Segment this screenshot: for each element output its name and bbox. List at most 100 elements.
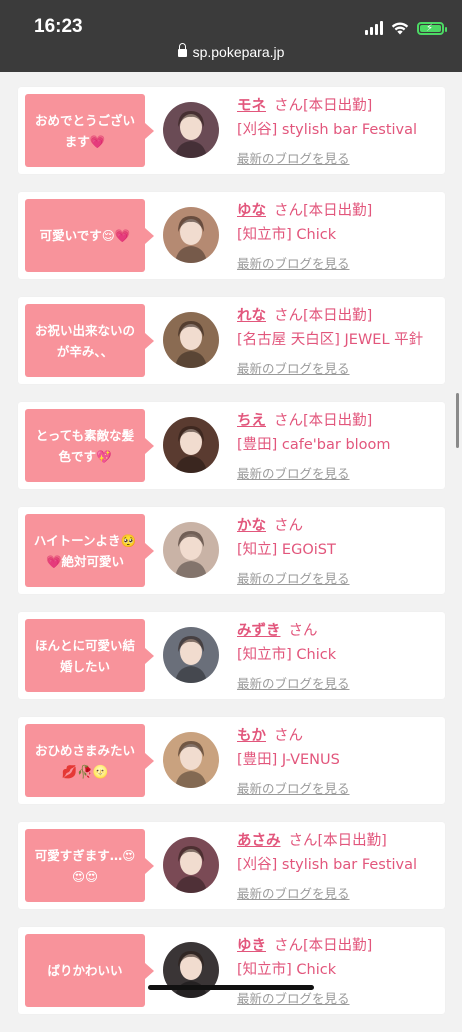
girl-info: れな さん[本日出勤] [名古屋 天白区] JEWEL 平針 最新のブログを見る bbox=[237, 304, 441, 377]
name-line: ゆな さん[本日出勤] bbox=[237, 199, 441, 223]
latest-blog-link[interactable]: 最新のブログを見る bbox=[237, 253, 441, 272]
girl-name-link[interactable]: モネ bbox=[237, 98, 266, 114]
attendance-status: さん[本日出勤] bbox=[274, 203, 373, 219]
message-bubble: ほんとに可愛い結婚したい bbox=[25, 619, 154, 692]
attendance-status: さん[本日出勤] bbox=[274, 413, 373, 429]
status-icons: ⚡ bbox=[365, 18, 447, 38]
status-time: 16:23 bbox=[34, 16, 83, 37]
avatar-image bbox=[163, 732, 219, 788]
attendance-status: さん[本日出勤] bbox=[274, 938, 373, 954]
message-bubble: おひめさまみたい💋🥀🌝 bbox=[25, 724, 154, 797]
message-bubble: 可愛いです😌💗 bbox=[25, 199, 154, 272]
list-item: 可愛すぎます…😍😍😍 あさみ さん[本日出勤] [刈谷] stylish bar Fe… bbox=[18, 822, 445, 909]
battery-charging-icon: ⚡ bbox=[417, 21, 447, 35]
girl-info: もか さん [豊田] J-VENUS 最新のブログを見る bbox=[237, 724, 441, 797]
lock-icon bbox=[177, 43, 187, 57]
shop-link[interactable]: [豊田] J-VENUS bbox=[237, 748, 441, 774]
message-bubble: おめでとうございます💗 bbox=[25, 94, 154, 167]
name-line: あさみ さん[本日出勤] bbox=[237, 829, 441, 853]
message-bubble: とっても素敵な髪色です💖 bbox=[25, 409, 154, 482]
status-bar: 16:23 ⚡ sp.pokepara.jp bbox=[0, 0, 462, 72]
girl-info: かな さん [知立] EGOiST 最新のブログを見る bbox=[237, 514, 441, 587]
latest-blog-link[interactable]: 最新のブログを見る bbox=[237, 673, 441, 692]
latest-blog-link[interactable]: 最新のブログを見る bbox=[237, 568, 441, 587]
list-item: おめでとうございます💗 モネ さん[本日出勤] [刈谷] stylish bar Fe… bbox=[18, 87, 445, 174]
shop-link[interactable]: [名古屋 天白区] JEWEL 平針 bbox=[237, 328, 441, 354]
wifi-icon bbox=[391, 22, 409, 35]
list-item: ばりかわいい ゆき さん[本日出勤] [知立市] Chick 最新のブログを見る bbox=[18, 927, 445, 1014]
girl-info: ちえ さん[本日出勤] [豊田] cafe'bar bloom 最新のブログを見る bbox=[237, 409, 441, 482]
avatar-image bbox=[163, 312, 219, 368]
avatar[interactable] bbox=[163, 102, 219, 158]
girl-info: モネ さん[本日出勤] [刈谷] stylish bar Festival 最新のブロ… bbox=[237, 94, 441, 167]
girl-name-link[interactable]: みずき bbox=[237, 623, 281, 639]
latest-blog-link[interactable]: 最新のブログを見る bbox=[237, 463, 441, 482]
list-item: 可愛いです😌💗 ゆな さん[本日出勤] [知立市] Chick 最新のブログを見る bbox=[18, 192, 445, 279]
shop-link[interactable]: [豊田] cafe'bar bloom bbox=[237, 433, 441, 459]
shop-link[interactable]: [知立市] Chick bbox=[237, 643, 441, 669]
girl-name-link[interactable]: ゆな bbox=[237, 203, 266, 219]
girl-name-link[interactable]: ちえ bbox=[237, 413, 266, 429]
latest-blog-link[interactable]: 最新のブログを見る bbox=[237, 148, 441, 167]
girl-name-link[interactable]: れな bbox=[237, 308, 266, 324]
list-item: ハイトーンよき🥺💗絶対可愛い かな さん [知立] EGOiST 最新のブログを見る bbox=[18, 507, 445, 594]
avatar-image bbox=[163, 207, 219, 263]
girl-info: ゆな さん[本日出勤] [知立市] Chick 最新のブログを見る bbox=[237, 199, 441, 272]
avatar-image bbox=[163, 522, 219, 578]
girl-info: ゆき さん[本日出勤] [知立市] Chick 最新のブログを見る bbox=[237, 934, 441, 1007]
attendance-status: さん bbox=[288, 623, 318, 639]
name-line: れな さん[本日出勤] bbox=[237, 304, 441, 328]
list-item: ほんとに可愛い結婚したい みずき さん [知立市] Chick 最新のブログを見る bbox=[18, 612, 445, 699]
avatar-image bbox=[163, 102, 219, 158]
avatar[interactable] bbox=[163, 837, 219, 893]
latest-blog-link[interactable]: 最新のブログを見る bbox=[237, 988, 441, 1007]
name-line: みずき さん bbox=[237, 619, 441, 643]
cellular-signal-icon bbox=[365, 21, 383, 35]
shop-link[interactable]: [知立市] Chick bbox=[237, 958, 441, 984]
avatar[interactable] bbox=[163, 207, 219, 263]
list-item: おひめさまみたい💋🥀🌝 もか さん [豊田] J-VENUS 最新のブログを見る bbox=[18, 717, 445, 804]
girl-info: みずき さん [知立市] Chick 最新のブログを見る bbox=[237, 619, 441, 692]
girl-name-link[interactable]: もか bbox=[237, 728, 266, 744]
list-item: とっても素敵な髪色です💖 ちえ さん[本日出勤] [豊田] cafe'bar bloo… bbox=[18, 402, 445, 489]
name-line: もか さん bbox=[237, 724, 441, 748]
latest-blog-link[interactable]: 最新のブログを見る bbox=[237, 778, 441, 797]
attendance-status: さん[本日出勤] bbox=[274, 98, 373, 114]
scrollbar[interactable] bbox=[456, 393, 459, 448]
avatar-image bbox=[163, 627, 219, 683]
shop-link[interactable]: [知立市] Chick bbox=[237, 223, 441, 249]
attendance-status: さん[本日出勤] bbox=[274, 308, 373, 324]
message-bubble: ばりかわいい bbox=[25, 934, 154, 1007]
girl-name-link[interactable]: あさみ bbox=[237, 833, 281, 849]
girl-name-link[interactable]: かな bbox=[237, 518, 266, 534]
address-bar[interactable]: sp.pokepara.jp bbox=[0, 43, 462, 60]
girl-name-link[interactable]: ゆき bbox=[237, 938, 266, 954]
avatar[interactable] bbox=[163, 627, 219, 683]
name-line: モネ さん[本日出勤] bbox=[237, 94, 441, 118]
avatar[interactable] bbox=[163, 522, 219, 578]
latest-blog-link[interactable]: 最新のブログを見る bbox=[237, 883, 441, 902]
attendance-status: さん bbox=[274, 518, 303, 534]
message-bubble: お祝い出来ないのが辛み、、 bbox=[25, 304, 154, 377]
shop-link[interactable]: [刈谷] stylish bar Festival bbox=[237, 118, 441, 144]
avatar-image bbox=[163, 417, 219, 473]
home-indicator[interactable] bbox=[148, 985, 314, 990]
list-item: お祝い出来ないのが辛み、、 れな さん[本日出勤] [名古屋 天白区] JEWEL 平… bbox=[18, 297, 445, 384]
avatar[interactable] bbox=[163, 312, 219, 368]
avatar-image bbox=[163, 837, 219, 893]
avatar[interactable] bbox=[163, 732, 219, 788]
name-line: ゆき さん[本日出勤] bbox=[237, 934, 441, 958]
attendance-status: さん[本日出勤] bbox=[288, 833, 387, 849]
girl-info: あさみ さん[本日出勤] [刈谷] stylish bar Festival 最新のブ… bbox=[237, 829, 441, 902]
message-bubble: ハイトーンよき🥺💗絶対可愛い bbox=[25, 514, 154, 587]
name-line: ちえ さん[本日出勤] bbox=[237, 409, 441, 433]
message-bubble: 可愛すぎます…😍😍😍 bbox=[25, 829, 154, 902]
latest-blog-link[interactable]: 最新のブログを見る bbox=[237, 358, 441, 377]
url-text: sp.pokepara.jp bbox=[192, 44, 285, 60]
message-list: おめでとうございます💗 モネ さん[本日出勤] [刈谷] stylish bar Fe… bbox=[18, 87, 445, 1032]
attendance-status: さん bbox=[274, 728, 303, 744]
name-line: かな さん bbox=[237, 514, 441, 538]
shop-link[interactable]: [知立] EGOiST bbox=[237, 538, 441, 564]
avatar[interactable] bbox=[163, 417, 219, 473]
shop-link[interactable]: [刈谷] stylish bar Festival bbox=[237, 853, 441, 879]
